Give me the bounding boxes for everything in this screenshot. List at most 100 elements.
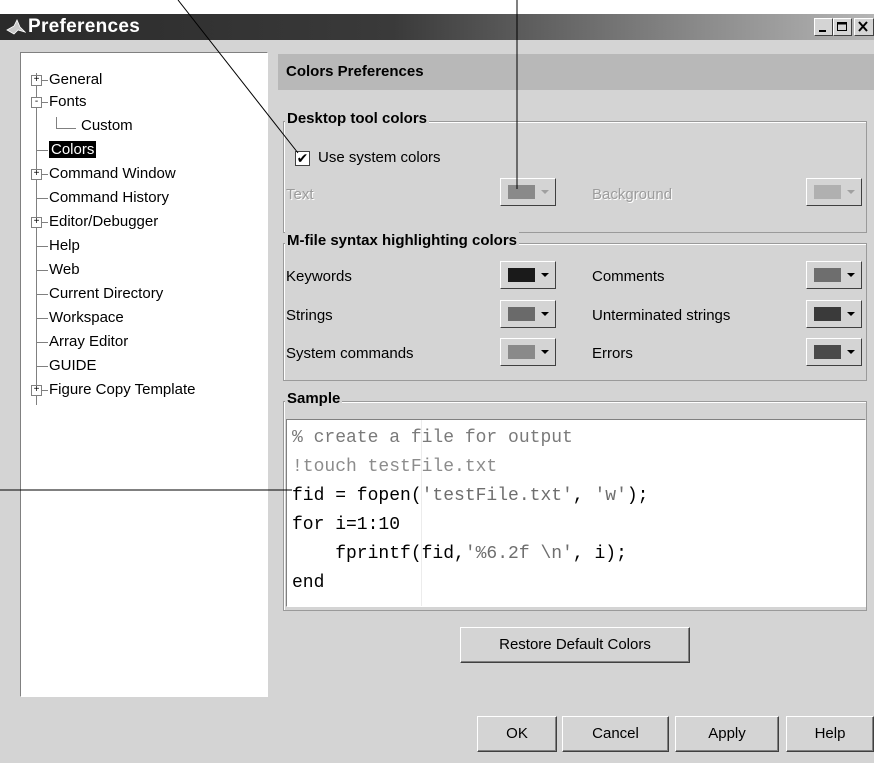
window-title: Preferences xyxy=(28,16,141,37)
code-line-for: for i=1:10 xyxy=(292,515,401,535)
close-button[interactable] xyxy=(854,18,874,36)
tree-item-general[interactable]: + General xyxy=(31,71,102,89)
tree-item-label: General xyxy=(49,71,103,88)
code-string: 'w' xyxy=(594,486,627,506)
tree-item-label: Current Directory xyxy=(49,285,164,302)
unterminated-strings-color-swatch xyxy=(814,307,841,321)
tree-item-label: Web xyxy=(49,261,80,278)
strings-color-swatch xyxy=(508,307,535,321)
code-text: fprintf(fid, xyxy=(292,544,465,564)
strings-label: Strings xyxy=(286,307,333,324)
ok-button[interactable]: OK xyxy=(477,716,557,752)
chevron-down-icon xyxy=(847,190,855,194)
code-string: 'testFile.txt' xyxy=(421,486,573,506)
tree-item-editor-debugger[interactable]: + Editor/Debugger xyxy=(31,213,158,231)
keywords-color-button[interactable] xyxy=(500,261,556,289)
preferences-tree[interactable]: + General - Fonts Custom Colors + Comman… xyxy=(20,52,268,697)
comments-color-swatch xyxy=(814,268,841,282)
code-string: '%6.2f \n' xyxy=(464,544,573,564)
text-color-swatch xyxy=(508,185,535,199)
tree-item-workspace[interactable]: Workspace xyxy=(31,309,124,327)
tree-item-guide[interactable]: GUIDE xyxy=(31,357,97,375)
code-line-end: end xyxy=(292,573,325,593)
expand-icon[interactable]: + xyxy=(31,75,42,86)
tree-item-figure-copy-template[interactable]: + Figure Copy Template xyxy=(31,381,195,399)
keywords-color-swatch xyxy=(508,268,535,282)
comments-color-button[interactable] xyxy=(806,261,862,289)
chevron-down-icon xyxy=(541,350,549,354)
help-button[interactable]: Help xyxy=(786,716,874,752)
background-color-label: Background xyxy=(592,186,673,203)
sample-title: Sample xyxy=(285,390,343,407)
code-separator xyxy=(421,420,422,606)
expand-icon[interactable]: + xyxy=(31,169,42,180)
tree-item-array-editor[interactable]: Array Editor xyxy=(31,333,128,351)
keywords-label: Keywords xyxy=(286,268,352,285)
chevron-down-icon xyxy=(541,190,549,194)
tree-item-label: Figure Copy Template xyxy=(49,381,196,398)
tree-item-label: Command History xyxy=(49,189,170,206)
text-color-button[interactable] xyxy=(500,178,556,206)
panel-title: Colors Preferences xyxy=(286,63,424,80)
errors-label: Errors xyxy=(592,345,633,362)
tree-item-label: Fonts xyxy=(49,93,87,110)
chevron-down-icon xyxy=(541,273,549,277)
tree-item-command-window[interactable]: + Command Window xyxy=(31,165,176,183)
minimize-icon xyxy=(819,30,826,32)
tree-item-label: Workspace xyxy=(49,309,124,326)
code-text: , i); xyxy=(572,544,627,564)
tree-item-fonts[interactable]: - Fonts xyxy=(31,93,87,111)
tree-item-command-history[interactable]: Command History xyxy=(31,189,169,207)
syntax-colors-title: M-file syntax highlighting colors xyxy=(285,232,520,249)
close-icon xyxy=(858,21,868,32)
tree-item-label: Command Window xyxy=(49,165,176,182)
text-color-label: Text xyxy=(286,186,314,203)
tree-item-label: Array Editor xyxy=(49,333,129,350)
expand-icon[interactable]: + xyxy=(31,217,42,228)
matlab-logo-icon xyxy=(6,19,26,35)
strings-color-button[interactable] xyxy=(500,300,556,328)
tree-item-current-directory[interactable]: Current Directory xyxy=(31,285,163,303)
background-color-swatch xyxy=(814,185,841,199)
errors-color-button[interactable] xyxy=(806,338,862,366)
chevron-down-icon xyxy=(847,312,855,316)
panel-header: Colors Preferences xyxy=(278,54,874,90)
collapse-icon[interactable]: - xyxy=(31,97,42,108)
chevron-down-icon xyxy=(541,312,549,316)
system-commands-color-button[interactable] xyxy=(500,338,556,366)
apply-button[interactable]: Apply xyxy=(675,716,779,752)
minimize-button[interactable] xyxy=(814,18,833,36)
preferences-window: Preferences + General - Fonts Custom Col… xyxy=(0,14,874,763)
chevron-down-icon xyxy=(847,350,855,354)
restore-default-colors-button[interactable]: Restore Default Colors xyxy=(460,627,690,663)
title-bar[interactable]: Preferences xyxy=(0,14,874,40)
unterminated-strings-color-button[interactable] xyxy=(806,300,862,328)
desktop-tool-colors-group xyxy=(283,121,867,233)
code-line-comment: % create a file for output xyxy=(292,428,573,448)
desktop-tool-colors-title: Desktop tool colors xyxy=(285,110,430,127)
code-text: , xyxy=(572,486,595,506)
background-color-button[interactable] xyxy=(806,178,862,206)
tree-item-label: Custom xyxy=(81,117,133,134)
code-line-system-command: !touch testFile.txt xyxy=(292,457,498,477)
code-line-fopen: fid = fopen('testFile.txt', 'w'); xyxy=(292,486,648,506)
sample-code-box: % create a file for output !touch testFi… xyxy=(286,419,866,607)
use-system-colors-checkbox[interactable]: ✔ xyxy=(295,151,310,166)
tree-item-web[interactable]: Web xyxy=(31,261,80,279)
tree-item-custom[interactable]: Custom xyxy=(46,117,133,135)
tree-item-label: Help xyxy=(49,237,80,254)
chevron-down-icon xyxy=(847,273,855,277)
comments-label: Comments xyxy=(592,268,665,285)
unterminated-strings-label: Unterminated strings xyxy=(592,307,731,324)
system-commands-color-swatch xyxy=(508,345,535,359)
use-system-colors-label: Use system colors xyxy=(318,149,441,166)
maximize-button[interactable] xyxy=(833,18,852,36)
expand-icon[interactable]: + xyxy=(31,385,42,396)
code-text: ); xyxy=(626,486,649,506)
code-text: fid = fopen( xyxy=(292,486,422,506)
tree-item-help[interactable]: Help xyxy=(31,237,80,255)
cancel-button[interactable]: Cancel xyxy=(562,716,669,752)
system-commands-label: System commands xyxy=(286,345,414,362)
code-line-fprintf: fprintf(fid,'%6.2f \n', i); xyxy=(292,544,627,564)
tree-item-colors[interactable]: Colors xyxy=(31,141,97,159)
